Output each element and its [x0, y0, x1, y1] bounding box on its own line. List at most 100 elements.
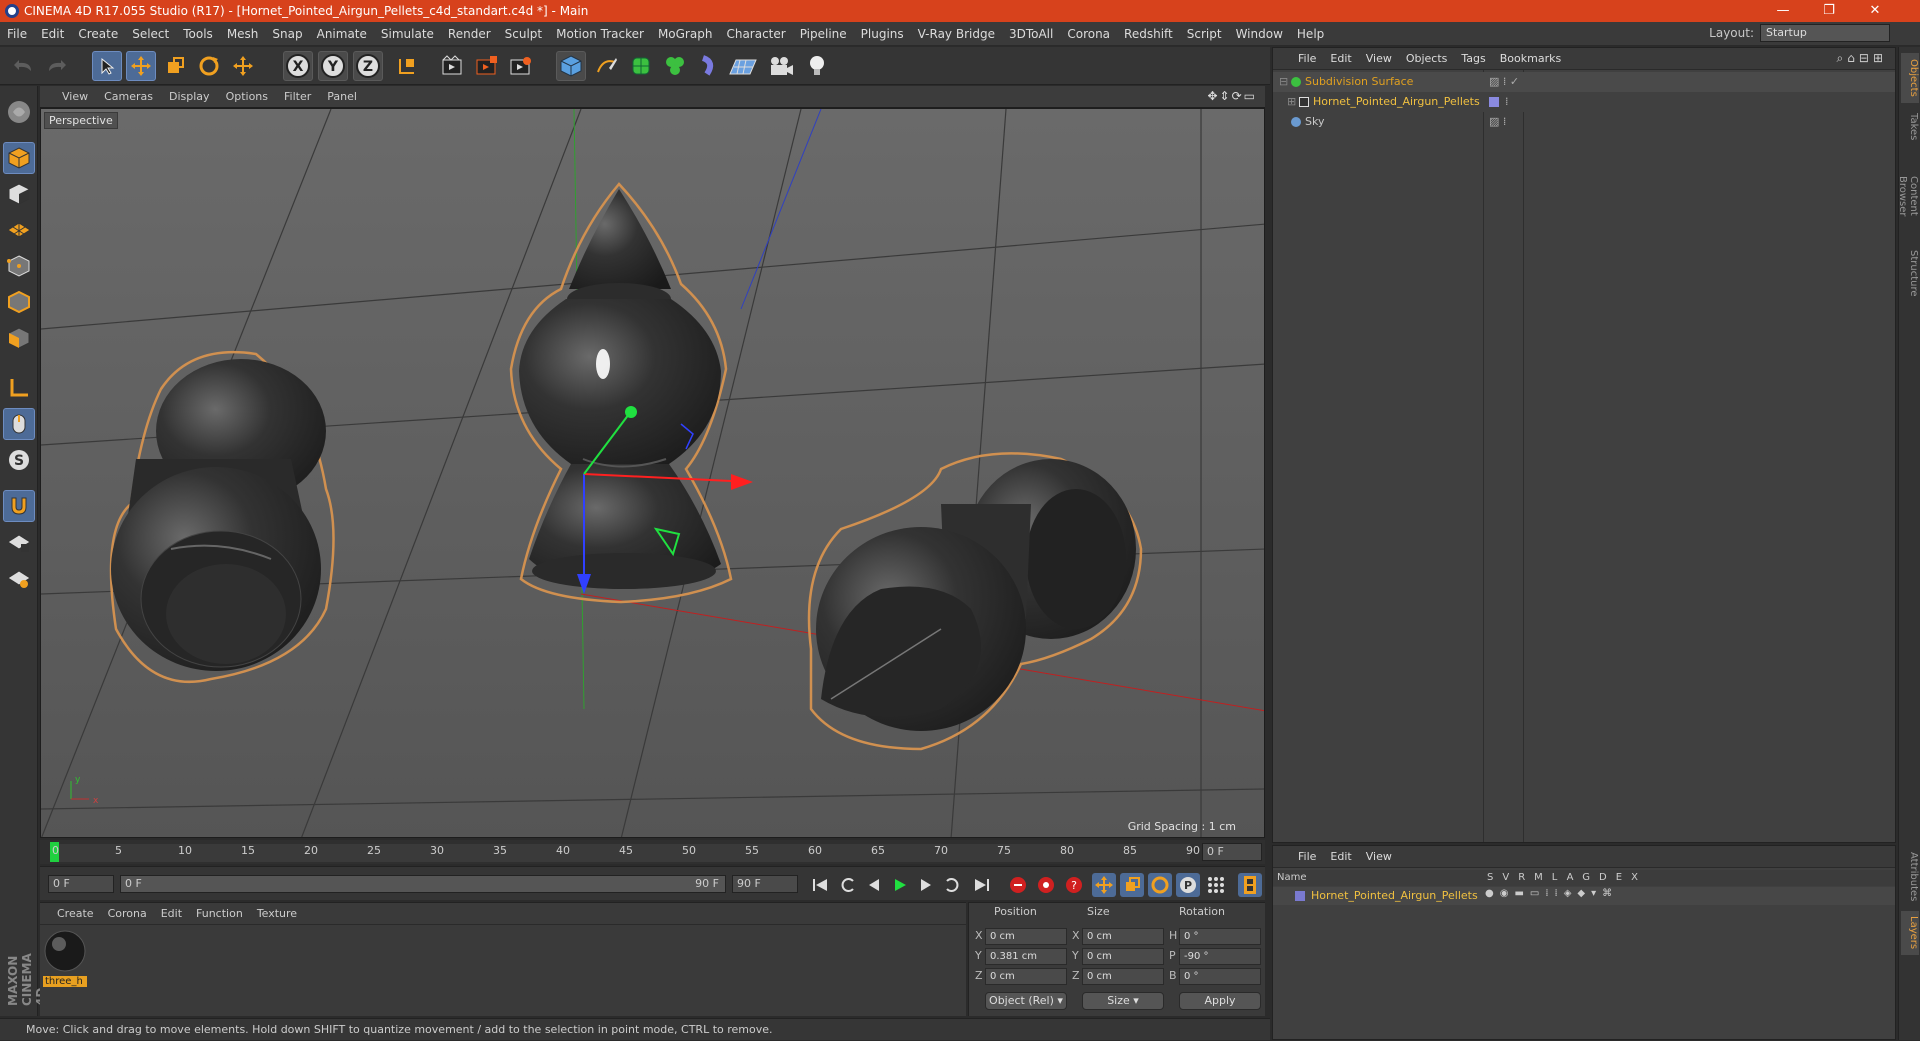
layers-menu-file[interactable]: File — [1291, 850, 1323, 863]
object-name-subdivision[interactable]: Subdivision Surface — [1305, 72, 1413, 92]
3d-viewport[interactable]: y x Perspective Grid Spacing : 1 cm — [40, 108, 1265, 838]
deformer-icon[interactable] — [694, 51, 724, 81]
edit-render-settings-icon[interactable] — [506, 51, 536, 81]
object-name-pellets[interactable]: Hornet_Pointed_Airgun_Pellets — [1313, 92, 1480, 112]
record-keys-icon[interactable] — [1006, 873, 1030, 897]
key-scale-icon[interactable] — [1120, 873, 1144, 897]
rotate-tool-icon[interactable] — [194, 51, 224, 81]
menu-redshift[interactable]: Redshift — [1117, 22, 1180, 46]
texture-mode-icon[interactable] — [3, 178, 35, 210]
rotation-b-field[interactable]: 0 ° — [1179, 968, 1261, 985]
objects-menu-objects[interactable]: Objects — [1399, 52, 1455, 65]
menu-corona[interactable]: Corona — [1060, 22, 1117, 46]
menu-file[interactable]: File — [0, 22, 34, 46]
timeline-ruler[interactable]: 0 5 10 15 20 25 30 35 40 45 50 55 60 65 70 75 80 85 90 0 F — [40, 840, 1265, 864]
layer-row[interactable]: Hornet_Pointed_Airgun_Pellets ●◉▬▭⁞⁞◈◆▾⌘ — [1273, 887, 1895, 905]
cloner-icon[interactable] — [660, 51, 690, 81]
move-tool-icon[interactable] — [126, 51, 156, 81]
objects-menu-view[interactable]: View — [1359, 52, 1399, 65]
layers-menu-view[interactable]: View — [1359, 850, 1399, 863]
workplane-mode-icon[interactable] — [3, 214, 35, 246]
menu-character[interactable]: Character — [719, 22, 792, 46]
size-y-field[interactable]: 0 cm — [1082, 948, 1164, 965]
camera-label[interactable]: Perspective — [44, 112, 118, 129]
render-view-icon[interactable] — [438, 51, 468, 81]
make-editable-icon[interactable] — [3, 96, 35, 128]
material-menu-texture[interactable]: Texture — [250, 907, 304, 920]
tab-objects[interactable]: Objects — [1901, 53, 1919, 103]
rotation-p-field[interactable]: -90 ° — [1179, 948, 1261, 965]
menu-help[interactable]: Help — [1290, 22, 1331, 46]
timeline-layout-icon[interactable] — [1238, 873, 1262, 897]
points-mode-icon[interactable] — [3, 250, 35, 282]
go-to-end-icon[interactable] — [970, 873, 994, 897]
position-z-field[interactable]: 0 cm — [985, 968, 1067, 985]
tab-content-browser[interactable]: Content Browser — [1897, 151, 1919, 241]
menu-window[interactable]: Window — [1229, 22, 1290, 46]
viewport-menu-cameras[interactable]: Cameras — [96, 90, 161, 103]
polygons-mode-icon[interactable] — [3, 322, 35, 354]
floor-icon[interactable] — [728, 51, 758, 81]
menu-plugins[interactable]: Plugins — [854, 22, 911, 46]
objects-menu-file[interactable]: File — [1291, 52, 1323, 65]
material-menu-corona[interactable]: Corona — [101, 907, 154, 920]
pen-spline-icon[interactable] — [592, 51, 622, 81]
size-x-field[interactable]: 0 cm — [1082, 928, 1164, 945]
layer-name[interactable]: Hornet_Pointed_Airgun_Pellets — [1311, 889, 1478, 902]
menu-select[interactable]: Select — [125, 22, 176, 46]
objects-menu-tags[interactable]: Tags — [1454, 52, 1492, 65]
undo-icon[interactable] — [8, 51, 38, 81]
viewport-menu-options[interactable]: Options — [218, 90, 276, 103]
model-mode-icon[interactable] — [3, 142, 35, 174]
tab-structure[interactable]: Structure — [1901, 245, 1919, 301]
next-frame-icon[interactable] — [914, 873, 938, 897]
menu-animate[interactable]: Animate — [310, 22, 374, 46]
autokeying-icon[interactable] — [1034, 873, 1058, 897]
layers-menu-edit[interactable]: Edit — [1323, 850, 1358, 863]
layer-flag-toggles[interactable]: ●◉▬▭⁞⁞◈◆▾⌘ — [1485, 888, 1618, 899]
coordinate-mode-dropdown[interactable]: Object (Rel) ▾ — [985, 992, 1067, 1010]
edges-mode-icon[interactable] — [3, 286, 35, 318]
tab-attributes[interactable]: Attributes — [1901, 847, 1919, 907]
menu-mograph[interactable]: MoGraph — [651, 22, 720, 46]
objects-menu-edit[interactable]: Edit — [1323, 52, 1358, 65]
menu-render[interactable]: Render — [441, 22, 498, 46]
object-name-sky[interactable]: Sky — [1305, 112, 1324, 132]
start-frame-field[interactable]: 0 F — [48, 875, 114, 893]
lock-x-axis-button[interactable]: X — [283, 51, 313, 81]
axis-mode-icon[interactable] — [3, 372, 35, 404]
previous-key-icon[interactable] — [836, 873, 860, 897]
menu-vray-bridge[interactable]: V-Ray Bridge — [911, 22, 1002, 46]
position-y-field[interactable]: 0.381 cm — [985, 948, 1067, 965]
lock-z-axis-button[interactable]: Z — [353, 51, 383, 81]
object-row[interactable]: ⊞ Hornet_Pointed_Airgun_Pellets ⁞ — [1273, 92, 1895, 112]
layer-color-swatch[interactable] — [1295, 891, 1305, 901]
object-row[interactable]: Sky ▨ ⁞ — [1273, 112, 1895, 132]
menu-motion-tracker[interactable]: Motion Tracker — [549, 22, 651, 46]
menu-mesh[interactable]: Mesh — [220, 22, 266, 46]
previous-frame-icon[interactable] — [862, 873, 886, 897]
size-mode-dropdown[interactable]: Size ▾ — [1082, 992, 1164, 1010]
objects-menu-bookmarks[interactable]: Bookmarks — [1493, 52, 1568, 65]
key-position-icon[interactable] — [1092, 873, 1116, 897]
material-swatch[interactable]: three_h — [43, 929, 87, 989]
next-key-icon[interactable] — [940, 873, 964, 897]
menu-script[interactable]: Script — [1180, 22, 1229, 46]
viewport-navigation-icons[interactable]: ✥⇕⟳▭ — [1207, 89, 1257, 103]
object-manager-search-icon[interactable]: ⌕⌂⊟⊞ — [1837, 51, 1887, 66]
menu-simulate[interactable]: Simulate — [374, 22, 441, 46]
layer-color-swatch[interactable] — [1489, 97, 1499, 107]
viewport-menu-filter[interactable]: Filter — [276, 90, 319, 103]
key-parameter-icon[interactable]: P — [1176, 873, 1200, 897]
tab-takes[interactable]: Takes — [1901, 107, 1919, 147]
tab-layers[interactable]: Layers — [1901, 911, 1919, 955]
visibility-toggle[interactable]: ▨ ⁞ ✓ — [1489, 72, 1519, 92]
menu-create[interactable]: Create — [71, 22, 125, 46]
layout-dropdown[interactable]: Startup — [1760, 24, 1890, 42]
snapping-icon[interactable] — [3, 490, 35, 522]
material-menu-function[interactable]: Function — [189, 907, 250, 920]
visibility-toggle[interactable]: ⁞ — [1505, 92, 1509, 112]
cube-primitive-icon[interactable] — [556, 51, 586, 81]
viewport-menu-display[interactable]: Display — [161, 90, 218, 103]
menu-edit[interactable]: Edit — [34, 22, 71, 46]
